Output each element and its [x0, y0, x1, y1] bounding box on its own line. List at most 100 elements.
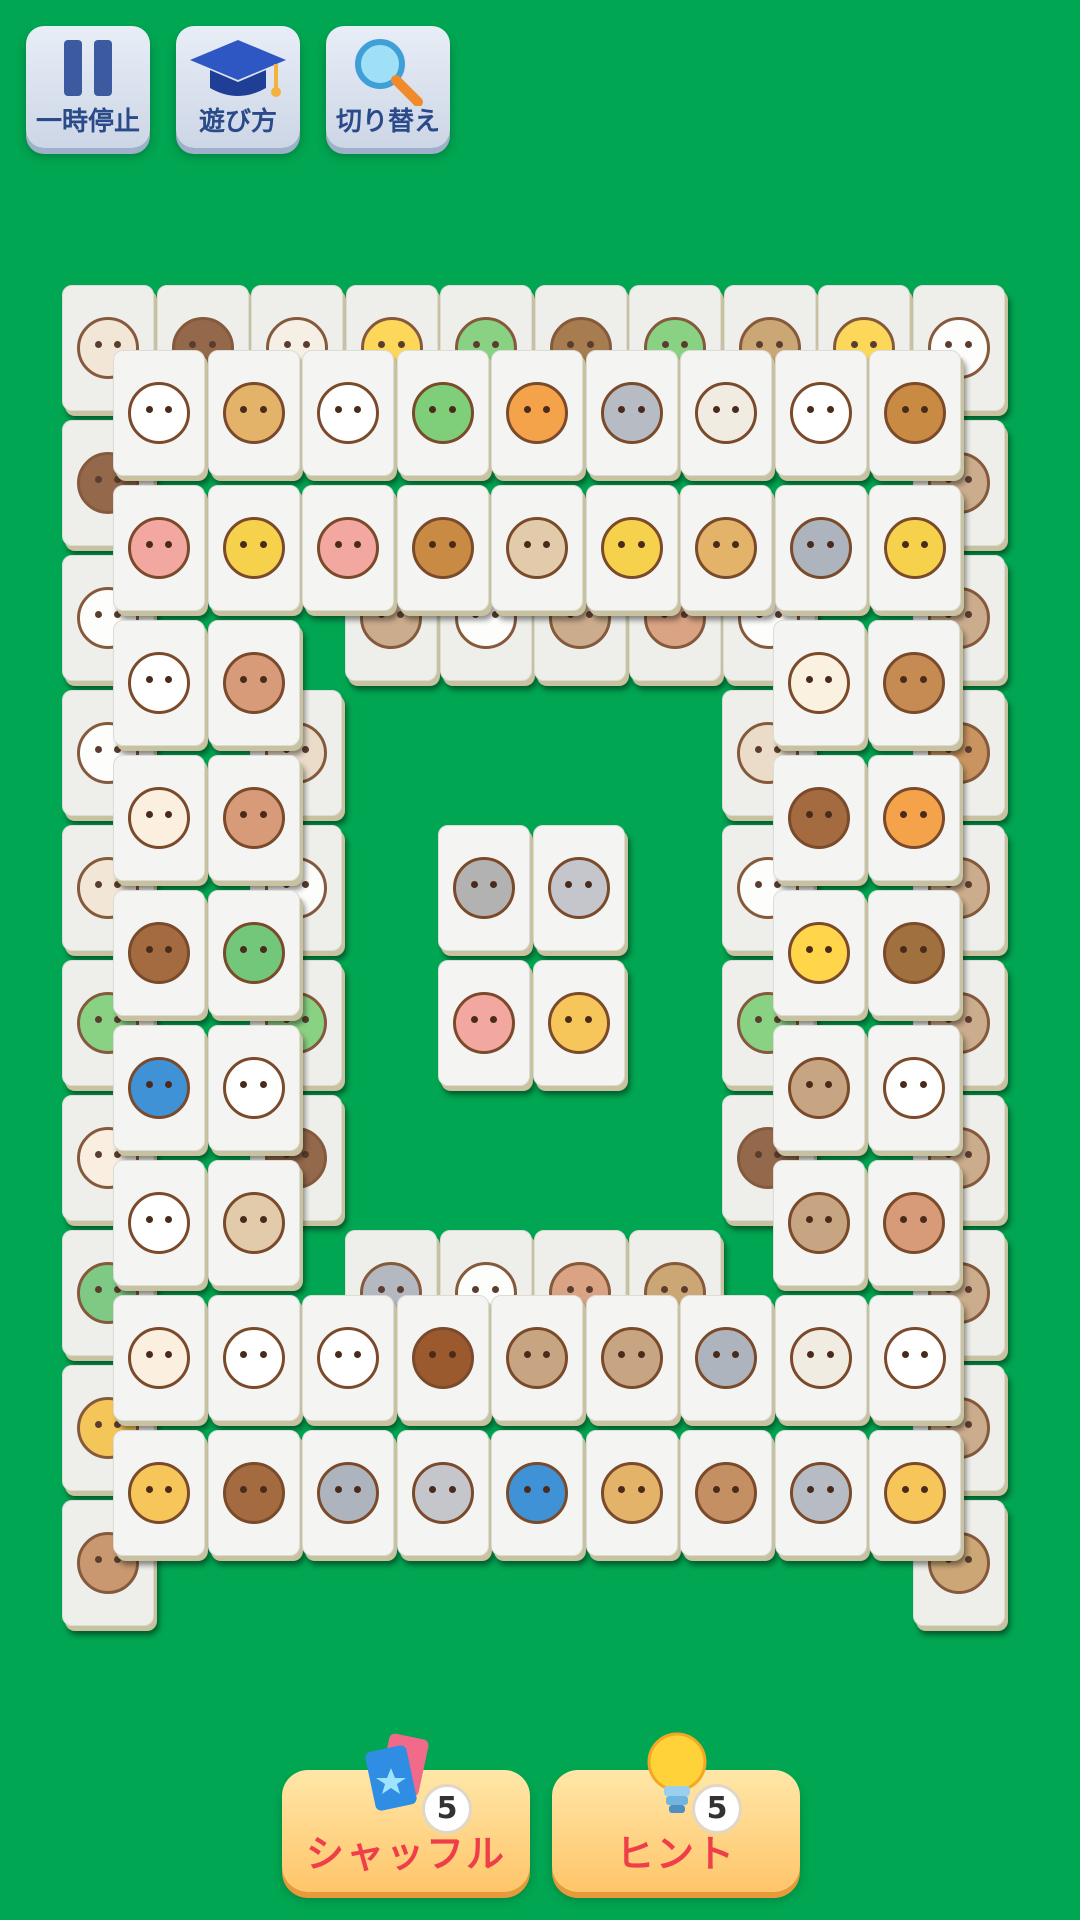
tile-beaver[interactable] [869, 350, 961, 476]
tile-sheep[interactable] [113, 1160, 205, 1286]
tile-otter[interactable] [113, 890, 205, 1016]
flamingo-icon [317, 517, 379, 579]
tile-snake[interactable] [207, 890, 300, 1016]
tile-peacock[interactable] [113, 1025, 205, 1151]
sheep-icon [222, 1057, 285, 1119]
cat-orange-icon [506, 382, 568, 444]
tile-bear[interactable] [773, 1025, 865, 1151]
tile-koala[interactable] [680, 1295, 772, 1421]
tile-cat-tabby[interactable] [491, 485, 583, 611]
penguin-icon [884, 1327, 946, 1389]
hippo-icon [222, 652, 285, 714]
sheep-icon [128, 1192, 190, 1254]
tile-rhino[interactable] [396, 1430, 489, 1556]
tile-monkey[interactable] [207, 350, 300, 476]
tile-seal[interactable] [680, 350, 772, 476]
tile-bear[interactable] [773, 1160, 865, 1286]
shuffle-button[interactable]: 5 シャッフル [282, 1733, 530, 1892]
polar-bear-icon [317, 1327, 379, 1389]
tile-frog[interactable] [396, 350, 489, 476]
otter-icon [788, 787, 850, 849]
tile-raccoon[interactable] [438, 825, 530, 951]
tile-rhino[interactable] [532, 825, 625, 951]
snake-icon [222, 922, 285, 984]
tile-wolf[interactable] [585, 350, 678, 476]
tile-penguin[interactable] [869, 1295, 961, 1421]
tile-wolf[interactable] [774, 1430, 867, 1556]
beaver-icon [884, 382, 946, 444]
tile-peacock[interactable] [491, 1430, 583, 1556]
tile-parakeet[interactable] [585, 485, 678, 611]
tile-cat-orange[interactable] [867, 755, 960, 881]
panda-icon [128, 652, 190, 714]
parakeet-icon [600, 517, 663, 579]
tile-cat-orange[interactable] [491, 350, 583, 476]
hippo-icon [222, 787, 285, 849]
tile-gorilla[interactable] [867, 890, 960, 1016]
tile-koala[interactable] [774, 485, 867, 611]
tile-giraffe[interactable] [532, 960, 625, 1086]
raccoon-icon [453, 857, 515, 919]
tile-rabbit[interactable] [113, 755, 205, 881]
rabbit-icon [128, 787, 190, 849]
giraffe-icon [547, 992, 610, 1054]
cow-icon [882, 1057, 945, 1119]
koala-icon [317, 1462, 379, 1524]
cat-tabby-icon [506, 517, 568, 579]
tile-bear[interactable] [585, 1295, 678, 1421]
sparrow-icon [695, 1462, 757, 1524]
parakeet-icon [222, 517, 285, 579]
tile-giraffe[interactable] [113, 1430, 205, 1556]
tile-panda[interactable] [113, 620, 205, 746]
tile-beaver[interactable] [396, 485, 489, 611]
seal-icon [789, 1327, 852, 1389]
tile-mandrill[interactable] [396, 1295, 489, 1421]
tile-otter[interactable] [207, 1430, 300, 1556]
rat-icon [788, 652, 850, 714]
bear-icon [600, 1327, 663, 1389]
tile-chick[interactable] [773, 890, 865, 1016]
tile-rat[interactable] [773, 620, 865, 746]
rhino-icon [411, 1462, 474, 1524]
hippo-icon [882, 1192, 945, 1254]
flamingo-icon [453, 992, 515, 1054]
tile-koala[interactable] [302, 1430, 394, 1556]
tile-bear[interactable] [491, 1295, 583, 1421]
koala-icon [695, 1327, 757, 1389]
sheep-icon [222, 1327, 285, 1389]
tile-parakeet[interactable] [207, 485, 300, 611]
koala-icon [789, 517, 852, 579]
tile-rabbit[interactable] [113, 1295, 205, 1421]
tile-hippo[interactable] [207, 755, 300, 881]
tile-sheep[interactable] [207, 1295, 300, 1421]
bear-icon [506, 1327, 568, 1389]
tile-cow[interactable] [867, 1025, 960, 1151]
tile-otter[interactable] [773, 755, 865, 881]
tile-sparrow[interactable] [680, 1430, 772, 1556]
sheep-icon [128, 382, 190, 444]
tile-polar-bear[interactable] [302, 1295, 394, 1421]
tile-cow[interactable] [302, 350, 394, 476]
tile-hippo[interactable] [207, 620, 300, 746]
flamingo-icon [128, 517, 190, 579]
tile-flamingo[interactable] [438, 960, 530, 1086]
giraffe-icon [128, 1462, 190, 1524]
mandrill-icon [411, 1327, 474, 1389]
wolf-icon [789, 1462, 852, 1524]
gorilla-icon [882, 922, 945, 984]
tile-cat-tabby[interactable] [207, 1160, 300, 1286]
tile-panda[interactable] [774, 350, 867, 476]
tile-seal[interactable] [774, 1295, 867, 1421]
tile-giraffe[interactable] [869, 1430, 961, 1556]
tile-parakeet[interactable] [869, 485, 961, 611]
hint-button[interactable]: 5 ヒント [552, 1732, 800, 1892]
tile-sheep[interactable] [207, 1025, 300, 1151]
tile-hippo[interactable] [867, 1160, 960, 1286]
tile-squirrel[interactable] [867, 620, 960, 746]
tile-monkey[interactable] [585, 1430, 678, 1556]
tile-flamingo[interactable] [113, 485, 205, 611]
tile-flamingo[interactable] [302, 485, 394, 611]
squirrel-icon [882, 652, 945, 714]
tile-monkey[interactable] [680, 485, 772, 611]
tile-sheep[interactable] [113, 350, 205, 476]
